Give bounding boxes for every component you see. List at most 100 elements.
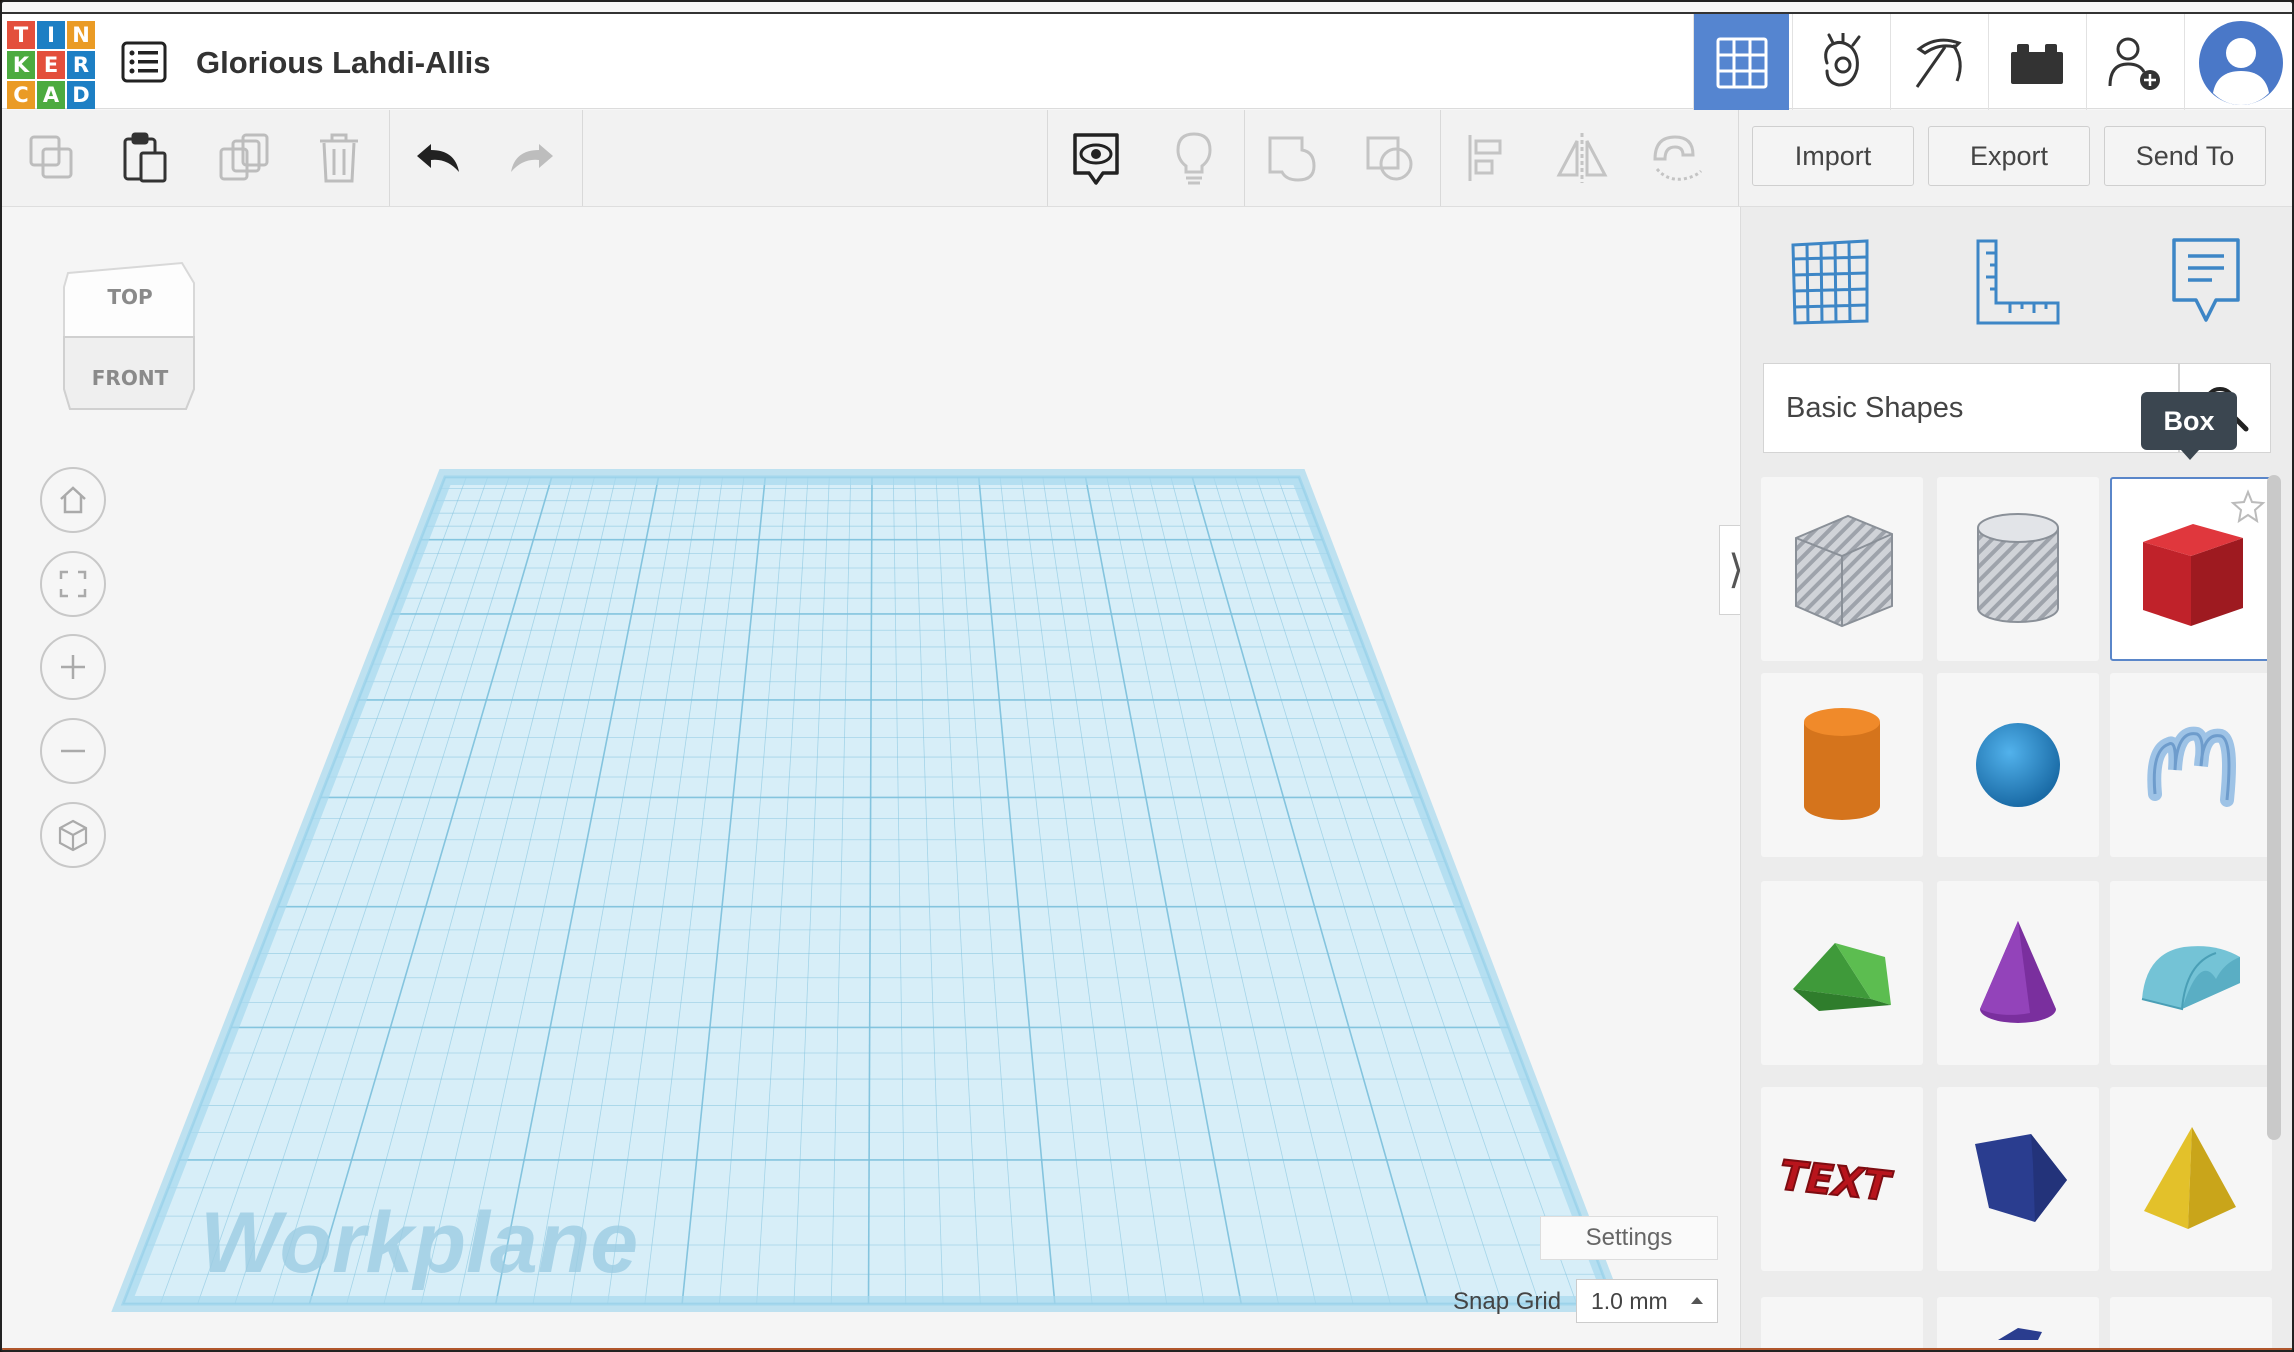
send-to-button[interactable]: Send To bbox=[2104, 126, 2266, 186]
ruler-tool-button[interactable] bbox=[1972, 237, 2062, 327]
edit-toolbar: Import Export Send To bbox=[2, 110, 2292, 207]
shape-cone[interactable] bbox=[1937, 881, 2099, 1065]
design-list-button[interactable] bbox=[120, 38, 168, 86]
mirror-icon bbox=[1556, 133, 1608, 183]
favorite-star-icon[interactable] bbox=[2230, 489, 2266, 525]
workplane-grid[interactable]: Workplane bbox=[2, 207, 1739, 1352]
shape-roof[interactable] bbox=[1761, 881, 1923, 1065]
ungroup-button[interactable] bbox=[1358, 126, 1422, 190]
align-icon bbox=[1468, 135, 1502, 181]
notes-visibility-button[interactable] bbox=[1064, 126, 1128, 190]
export-button[interactable]: Export bbox=[1928, 126, 2090, 186]
shape-partial-tile[interactable] bbox=[1937, 1297, 2099, 1350]
zoom-out-button[interactable] bbox=[40, 718, 106, 784]
notes-icon bbox=[2172, 238, 2240, 322]
add-user-icon bbox=[2108, 37, 2160, 90]
zoom-in-button[interactable] bbox=[40, 634, 106, 700]
fit-view-button[interactable] bbox=[40, 551, 106, 617]
paste-button[interactable] bbox=[112, 126, 176, 190]
shape-polygon[interactable] bbox=[1937, 1087, 2099, 1271]
top-header: T I N K E R C A D Glorious Lahdi-Allis bbox=[2, 12, 2292, 111]
undo-button[interactable] bbox=[406, 126, 470, 190]
notes-visibility-icon bbox=[1073, 133, 1119, 185]
panel-scrollbar[interactable] bbox=[2267, 475, 2281, 1140]
project-title[interactable]: Glorious Lahdi-Allis bbox=[196, 45, 491, 81]
ungroup-icon bbox=[1366, 136, 1413, 181]
invite-user-button[interactable] bbox=[2086, 14, 2182, 111]
shape-tooltip: Box bbox=[2141, 392, 2237, 460]
fit-view-icon bbox=[59, 570, 87, 598]
notes-tool-button[interactable] bbox=[2161, 237, 2251, 327]
workplane-label: Workplane bbox=[200, 1195, 638, 1291]
nav-minecraft[interactable] bbox=[1890, 14, 1986, 111]
pyramid-icon bbox=[2144, 1127, 2236, 1229]
logo-letter: A bbox=[37, 81, 65, 109]
paste-icon bbox=[123, 132, 167, 183]
cruise-magnet-button[interactable] bbox=[1644, 126, 1708, 190]
shape-partial-tile[interactable] bbox=[1761, 1297, 1923, 1350]
group-button[interactable] bbox=[1260, 126, 1324, 190]
logo-letter: T bbox=[7, 21, 35, 49]
duplicate-button[interactable] bbox=[212, 126, 276, 190]
plus-icon bbox=[61, 655, 85, 679]
viewcube-front-label[interactable]: FRONT bbox=[92, 366, 169, 390]
orthographic-view-button[interactable] bbox=[40, 802, 106, 868]
shape-scribble[interactable] bbox=[2110, 673, 2272, 857]
home-view-button[interactable] bbox=[40, 467, 106, 533]
shape-pyramid[interactable] bbox=[2110, 1087, 2272, 1271]
tinkercad-logo[interactable]: T I N K E R C A D bbox=[7, 21, 95, 109]
shape-round-roof[interactable] bbox=[2110, 881, 2272, 1065]
logo-letter: C bbox=[7, 81, 35, 109]
shape-partial-tile[interactable] bbox=[2110, 1297, 2272, 1350]
cylinder-icon bbox=[1804, 708, 1880, 820]
lightbulb-button[interactable] bbox=[1162, 126, 1226, 190]
box-hole-icon bbox=[1795, 514, 1893, 628]
sphere-icon bbox=[1976, 723, 2060, 807]
3d-viewport[interactable]: Workplane TOP FRONT Settings Snap Grid 1… bbox=[2, 207, 1739, 1352]
snap-grid-value: 1.0 mm bbox=[1591, 1287, 1668, 1314]
shape-cylinder-hole[interactable] bbox=[1937, 477, 2099, 661]
polygon-icon bbox=[1975, 1134, 2067, 1222]
snap-grid-select[interactable]: 1.0 mm bbox=[1576, 1279, 1718, 1323]
logo-letter: R bbox=[67, 51, 95, 79]
redo-button[interactable] bbox=[500, 126, 564, 190]
profile-button[interactable] bbox=[2184, 14, 2292, 111]
nav-lego-bricks[interactable] bbox=[1988, 14, 2084, 111]
shape-box-hole[interactable] bbox=[1761, 477, 1923, 661]
align-button[interactable] bbox=[1456, 126, 1520, 190]
nav-3d-design[interactable] bbox=[1693, 14, 1789, 111]
shape-text[interactable]: TEXT bbox=[1761, 1087, 1923, 1271]
mirror-button[interactable] bbox=[1550, 126, 1614, 190]
logo-letter: D bbox=[67, 81, 95, 109]
shape-cylinder[interactable] bbox=[1761, 673, 1923, 857]
home-icon bbox=[60, 486, 86, 514]
caret-up-icon bbox=[1691, 1297, 1703, 1304]
copy-icon bbox=[29, 135, 73, 179]
duplicate-icon bbox=[219, 133, 269, 181]
workplane-grid-icon bbox=[1791, 239, 1869, 325]
viewcube-top-label[interactable]: TOP bbox=[107, 285, 152, 309]
delete-button[interactable] bbox=[307, 126, 371, 190]
lightbulb-icon bbox=[1176, 132, 1212, 185]
settings-button[interactable]: Settings bbox=[1540, 1216, 1718, 1260]
logo-letter: E bbox=[37, 51, 65, 79]
import-button[interactable]: Import bbox=[1752, 126, 1914, 186]
delete-icon bbox=[320, 133, 358, 183]
nav-codeblocks[interactable] bbox=[1792, 14, 1888, 111]
redo-icon bbox=[511, 144, 553, 172]
group-icon bbox=[1268, 136, 1316, 182]
view-cube[interactable]: TOP FRONT bbox=[60, 259, 200, 419]
round-roof-icon bbox=[2141, 946, 2240, 1011]
shape-category-select[interactable]: Basic Shapes bbox=[1763, 363, 2179, 453]
shapes-panel: Basic Shapes Box TEXT bbox=[1740, 207, 2292, 1350]
workplane-tool-button[interactable] bbox=[1785, 237, 1875, 327]
roof-icon bbox=[1793, 943, 1891, 1011]
shape-box[interactable] bbox=[2110, 477, 2272, 661]
list-icon bbox=[121, 41, 167, 83]
cone-icon bbox=[1980, 921, 2056, 1023]
perspective-cube-icon bbox=[58, 819, 88, 852]
shape-sphere[interactable] bbox=[1937, 673, 2099, 857]
scribble-icon bbox=[2147, 726, 2236, 807]
copy-button[interactable] bbox=[20, 126, 84, 190]
undo-icon bbox=[417, 144, 459, 172]
